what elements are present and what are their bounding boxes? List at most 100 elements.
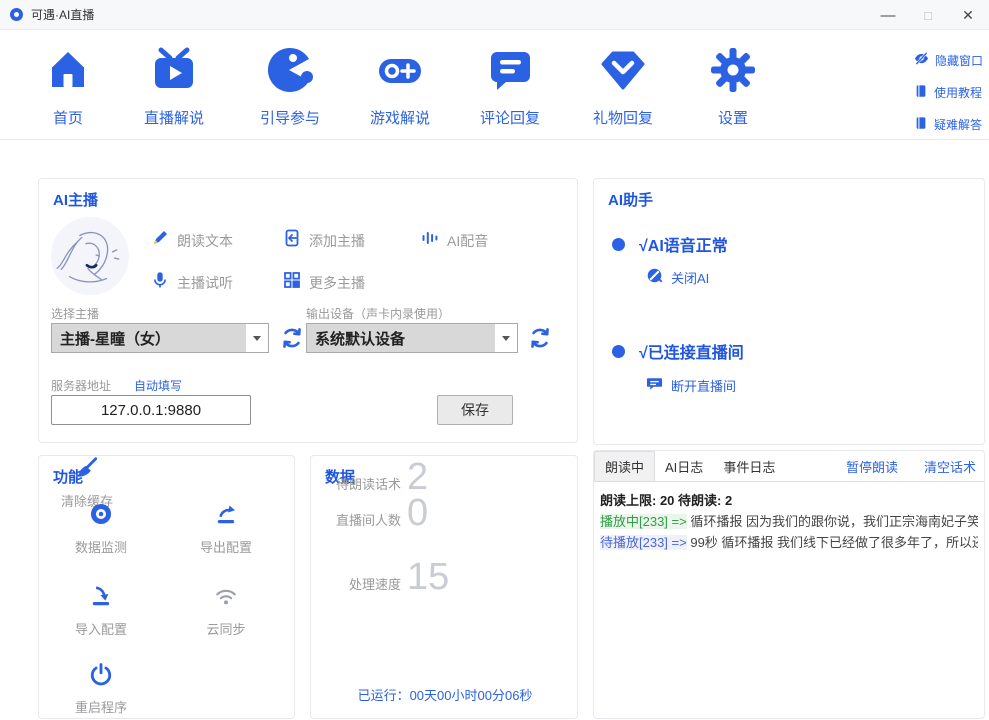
read-text-button[interactable]: 朗读文本 [151, 229, 233, 252]
export-icon [214, 502, 238, 526]
more-anchors-button[interactable]: 更多主播 [283, 271, 365, 294]
nav-label: 游戏解说 [348, 107, 452, 128]
log-actions: 暂停朗读 清空话术 [846, 451, 976, 482]
pen-icon [151, 229, 169, 252]
anchor-select-value: 主播-星瞳（女） [52, 324, 246, 352]
voice-status-text: √AI语音正常 [639, 232, 728, 256]
minimize-button[interactable]: — [875, 3, 901, 27]
stat-value: 0 [407, 492, 428, 535]
book-icon [914, 116, 928, 133]
nav-item-guide-participation[interactable]: 引导参与 [238, 46, 342, 128]
troubleshoot-link[interactable]: 疑难解答 [914, 108, 983, 140]
room-status-row: √已连接直播间 [612, 339, 744, 363]
log-entry-tag: 播放中[233] => [600, 514, 687, 529]
cloud-sync-button[interactable]: 云同步 [178, 584, 274, 638]
import-config-button[interactable]: 导入配置 [53, 584, 149, 638]
disconnect-room-label: 断开直播间 [671, 376, 736, 395]
pause-reading-link[interactable]: 暂停朗读 [846, 457, 898, 476]
gear-icon [709, 46, 757, 94]
grid-icon [283, 271, 301, 294]
app-logo-icon [10, 8, 23, 21]
nav-label: 首页 [16, 107, 120, 128]
ai-dub-button[interactable]: AI配音 [421, 229, 488, 252]
refresh-anchors-button[interactable] [281, 327, 303, 349]
clear-scripts-link[interactable]: 清空话术 [924, 457, 976, 476]
anchor-select[interactable]: 主播-星瞳（女） [51, 323, 269, 353]
tab-event-log[interactable]: 事件日志 [713, 451, 785, 481]
title-bar: 可遇·AI直播 — □ ✕ [0, 0, 989, 30]
output-device-select[interactable]: 系统默认设备 [306, 323, 518, 353]
nav-label: 礼物回复 [571, 107, 675, 128]
wifi-icon [214, 584, 238, 608]
restart-app-button[interactable]: 重启程序 [53, 662, 149, 716]
nav-label: 直播解说 [122, 107, 226, 128]
action-label: AI配音 [447, 231, 488, 251]
output-device-value: 系统默认设备 [307, 324, 495, 352]
add-anchor-button[interactable]: 添加主播 [283, 229, 365, 252]
autofill-link[interactable]: 自动填写 [134, 377, 182, 394]
stat-label: 待朗读话术 [336, 474, 401, 493]
nav-label: 评论回复 [458, 107, 562, 128]
server-address-label: 服务器地址 [51, 377, 111, 394]
log-entry-text: 循环播报 因为我们的跟你说，我们正宗海南妃子笑 [690, 514, 978, 529]
gem-icon [599, 46, 647, 94]
save-button[interactable]: 保存 [437, 395, 513, 425]
data-monitor-button[interactable]: 数据监测 [53, 502, 149, 556]
hide-window-link[interactable]: 隐藏窗口 [914, 44, 983, 76]
log-body[interactable]: 朗读上限: 20 待朗读: 2 播放中[233] => 循环播报 因为我们的跟你… [594, 482, 984, 718]
ai-assistant-panel: AI助手 √AI语音正常 关闭AI √已连接直播间 断开直播间 [593, 178, 985, 445]
live-tv-icon [150, 46, 198, 94]
feature-label: 导出配置 [178, 537, 274, 556]
nav-item-live-commentary[interactable]: 直播解说 [122, 46, 226, 128]
server-address-input[interactable] [51, 395, 251, 425]
broom-icon [75, 456, 99, 480]
stats-panel: 数据 待朗读话术 2 直播间人数 0 处理速度 15 已运行：00天00小时00… [310, 455, 578, 719]
action-label: 更多主播 [309, 273, 365, 293]
nav-item-home[interactable]: 首页 [16, 46, 120, 128]
log-entry-text: 99秒 循环播报 我们线下已经做了很多年了，所以还 [690, 535, 978, 550]
anchor-avatar [51, 217, 129, 295]
tutorial-link[interactable]: 使用教程 [914, 76, 983, 108]
chat-icon [646, 375, 663, 395]
stat-row-room-viewers: 直播间人数 0 [311, 492, 579, 542]
window-title: 可遇·AI直播 [31, 6, 94, 23]
room-status-text: √已连接直播间 [639, 339, 744, 363]
tab-ai-log[interactable]: AI日志 [655, 451, 713, 481]
nav-link-label: 疑难解答 [934, 116, 982, 133]
nav-label: 引导参与 [238, 107, 342, 128]
stat-label: 处理速度 [349, 574, 401, 593]
gamepad-icon [376, 46, 424, 94]
nav-item-gift-reply[interactable]: 礼物回复 [571, 46, 675, 128]
feature-label: 导入配置 [53, 619, 149, 638]
eye-slash-icon [914, 51, 929, 69]
nav-link-label: 隐藏窗口 [935, 52, 983, 69]
nav-quick-links: 隐藏窗口 使用教程 疑难解答 [914, 44, 983, 140]
main-nav: 首页 直播解说 引导参与 游戏解说 评论回复 礼物回复 设置 [0, 30, 989, 140]
maximize-button[interactable]: □ [915, 3, 941, 27]
status-dot-icon [612, 238, 625, 251]
action-label: 朗读文本 [177, 231, 233, 251]
close-ai-button[interactable]: 关闭AI [646, 267, 709, 287]
tab-reading[interactable]: 朗读中 [594, 451, 655, 481]
close-button[interactable]: ✕ [955, 3, 981, 27]
action-label: 添加主播 [309, 231, 365, 251]
home-icon [44, 46, 92, 94]
runtime-text: 已运行：00天00小时00分06秒 [311, 685, 579, 704]
power-icon [89, 662, 113, 686]
pacman-icon [266, 46, 314, 94]
status-dot-icon [612, 345, 625, 358]
anchor-preview-button[interactable]: 主播试听 [151, 271, 233, 294]
refresh-devices-button[interactable] [529, 327, 551, 349]
import-icon [89, 584, 113, 608]
nav-item-settings[interactable]: 设置 [681, 46, 785, 128]
export-config-button[interactable]: 导出配置 [178, 502, 274, 556]
log-entry-pending: 待播放[233] => 99秒 循环播报 我们线下已经做了很多年了，所以还 [600, 532, 978, 553]
nav-label: 设置 [681, 107, 785, 128]
disconnect-room-button[interactable]: 断开直播间 [646, 375, 736, 395]
close-ai-label: 关闭AI [671, 268, 709, 287]
book-icon [914, 84, 928, 101]
nav-item-comment-reply[interactable]: 评论回复 [458, 46, 562, 128]
nav-link-label: 使用教程 [934, 84, 982, 101]
chevron-down-icon [246, 324, 268, 352]
nav-item-game-commentary[interactable]: 游戏解说 [348, 46, 452, 128]
